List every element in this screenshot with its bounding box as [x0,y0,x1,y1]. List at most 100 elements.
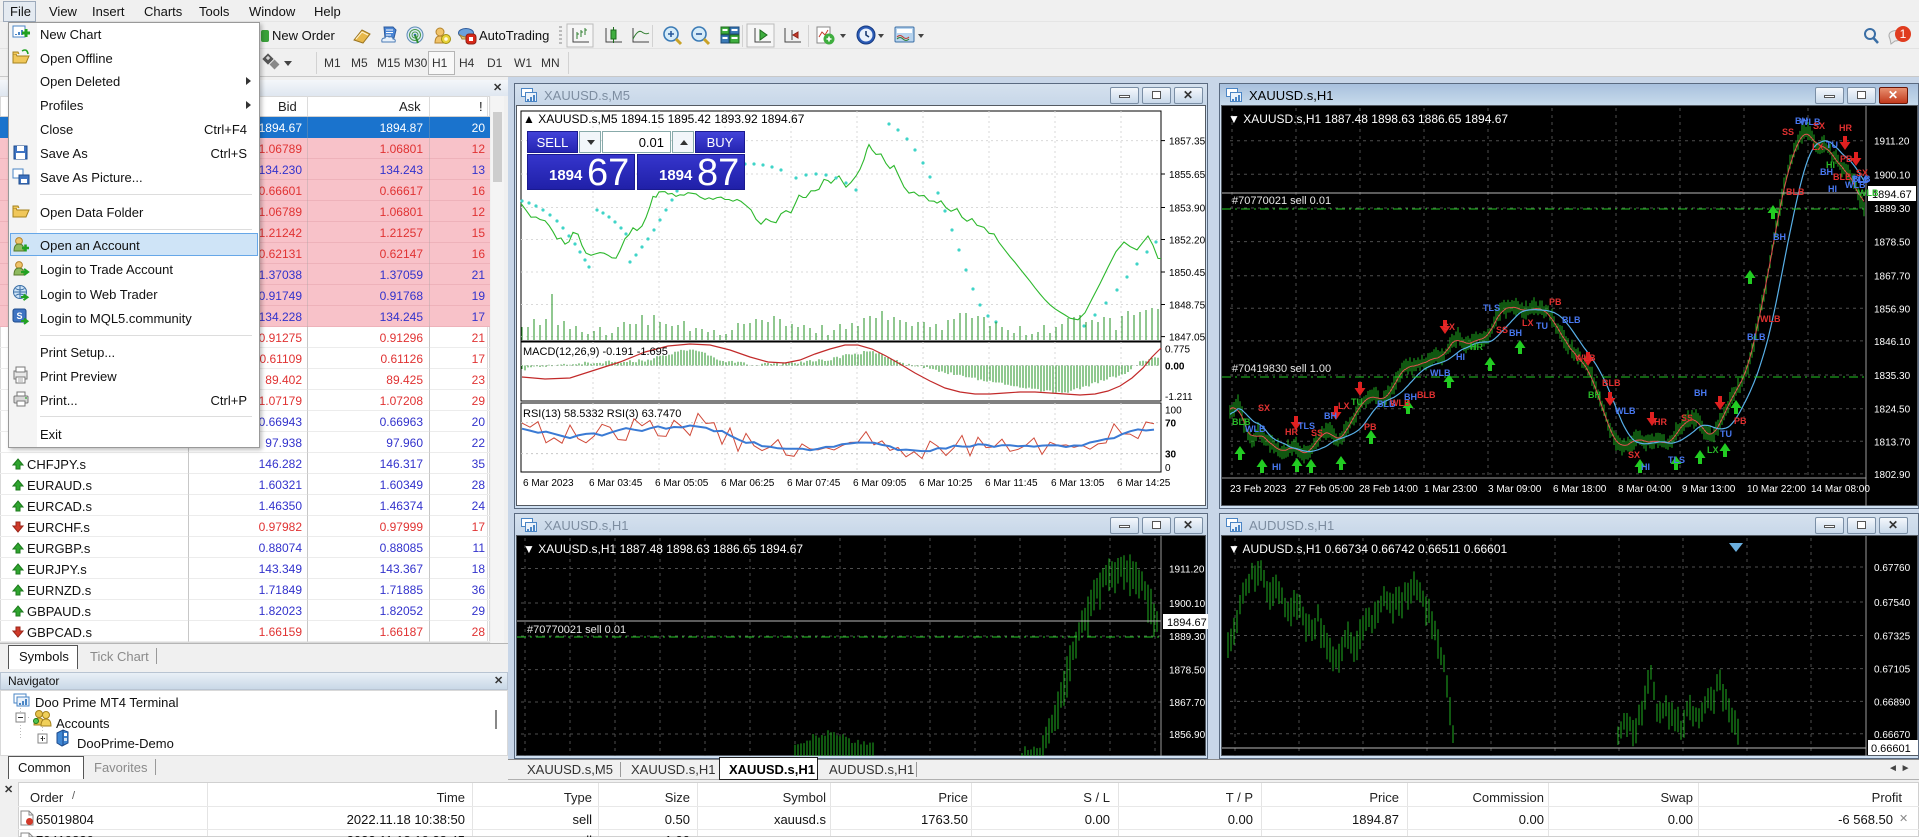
svg-text:SX: SX [1813,121,1825,131]
svg-text:0.67540: 0.67540 [1874,598,1911,609]
svg-text:1856.90: 1856.90 [1874,304,1911,315]
svg-text:SS: SS [1311,428,1323,438]
svg-text:0: 0 [1165,463,1171,474]
svg-text:0.66670: 0.66670 [1874,730,1911,741]
svg-text:BH: BH [1773,232,1786,242]
svg-text:HR: HR [1654,417,1667,427]
svg-text:SX: SX [1856,168,1868,178]
svg-text:RSI(13) 58.5332 RSI(3) 63.747: RSI(13) 58.5332 RSI(3) 63.7470 [523,408,681,420]
svg-text:WLB: WLB [1245,424,1266,434]
svg-text:0.66890: 0.66890 [1874,697,1911,708]
svg-text:1911.20: 1911.20 [1169,565,1205,576]
svg-text:1889.30: 1889.30 [1169,632,1206,643]
svg-text:14 Mar 08:00: 14 Mar 08:00 [1811,484,1870,495]
svg-text:HI: HI [1272,462,1281,472]
svg-text:-1.211: -1.211 [1165,392,1193,403]
svg-text:3 Mar 09:00: 3 Mar 09:00 [1488,484,1542,495]
svg-text:0.67760: 0.67760 [1874,563,1911,574]
svg-text:▼ AUDUSD.s,H1 0.66734 0.66742: ▼ AUDUSD.s,H1 0.66734 0.66742 0.66511 0.… [1228,542,1508,556]
svg-text:PB: PB [1840,154,1853,164]
svg-text:▼ XAUUSD.s,H1 1887.48 1898.63: ▼ XAUUSD.s,H1 1887.48 1898.63 1886.65 18… [1228,112,1508,126]
svg-text:BH: BH [1588,390,1601,400]
svg-text:BH: BH [1694,388,1707,398]
svg-text:23 Feb 2023: 23 Feb 2023 [1230,484,1287,495]
svg-text:1867.70: 1867.70 [1169,698,1206,709]
svg-text:1846.10: 1846.10 [1874,337,1911,348]
svg-text:WLB: WLB [1430,368,1451,378]
svg-text:PB: PB [1364,422,1377,432]
svg-text:6 Mar 11:45: 6 Mar 11:45 [985,478,1038,489]
svg-text:HR: HR [1285,427,1298,437]
svg-text:0.67105: 0.67105 [1874,665,1911,676]
svg-text:LX: LX [1338,401,1350,411]
svg-text:28 Feb 14:00: 28 Feb 14:00 [1359,484,1418,495]
svg-text:1889.30: 1889.30 [1874,204,1911,215]
svg-text:0.67325: 0.67325 [1874,632,1911,643]
svg-text:TLS: TLS [1483,303,1500,313]
svg-text:1 Mar 23:00: 1 Mar 23:00 [1424,484,1478,495]
svg-text:TU: TU [1826,140,1838,150]
svg-text:1835.30: 1835.30 [1874,371,1911,382]
svg-text:PB: PB [1549,297,1562,307]
svg-text:#70419830 sell 1.00: #70419830 sell 1.00 [1232,363,1331,375]
svg-text:0.775: 0.775 [1165,345,1190,356]
svg-text:6 Mar 03:45: 6 Mar 03:45 [589,478,643,489]
svg-text:1802.90: 1802.90 [1874,470,1911,481]
svg-text:6 Mar 13:05: 6 Mar 13:05 [1051,478,1105,489]
svg-text:8 Mar 04:00: 8 Mar 04:00 [1618,484,1672,495]
svg-text:6 Mar 10:25: 6 Mar 10:25 [919,478,973,489]
svg-text:1: 1 [1900,27,1907,41]
svg-text:1878.50: 1878.50 [1169,666,1206,677]
svg-text:1900.10: 1900.10 [1169,599,1206,610]
svg-text:27 Feb 05:00: 27 Feb 05:00 [1295,484,1354,495]
svg-text:6 Mar 06:25: 6 Mar 06:25 [721,478,775,489]
svg-text:70: 70 [1165,419,1177,430]
svg-text:LX: LX [1522,318,1534,328]
svg-text:6 Mar 09:05: 6 Mar 09:05 [853,478,907,489]
svg-text:BLB: BLB [1417,390,1436,400]
svg-text:WLB: WLB [1760,314,1781,324]
svg-text:TLS: TLS [1668,455,1685,465]
svg-text:1911.20: 1911.20 [1874,137,1910,148]
svg-text:TU: TU [1351,397,1363,407]
svg-text:BLB: BLB [1602,378,1621,388]
svg-text:BH: BH [1820,167,1833,177]
svg-text:HR: HR [1470,342,1483,352]
svg-text:BH: BH [1509,328,1522,338]
svg-text:1856.90: 1856.90 [1169,730,1206,741]
svg-text:0.00: 0.00 [1165,362,1185,373]
svg-text:1848.75: 1848.75 [1169,301,1206,312]
svg-text:SS: SS [1782,127,1794,137]
svg-text:BLB: BLB [1562,315,1581,325]
svg-text:SS: SS [1496,325,1508,335]
svg-text:HR: HR [1839,123,1852,133]
svg-text:1847.05: 1847.05 [1169,333,1206,344]
svg-text:#70770021 sell 0.01: #70770021 sell 0.01 [1232,195,1331,207]
svg-text:30: 30 [1165,450,1177,461]
svg-text:WLB: WLB [1845,180,1866,190]
svg-text:SX: SX [1628,450,1640,460]
svg-text:BLB: BLB [1747,332,1766,342]
svg-text:BLB: BLB [1786,187,1805,197]
svg-text:▲ XAUUSD.s,M5 1894.15 1895.42: ▲ XAUUSD.s,M5 1894.15 1895.42 1893.92 18… [523,112,805,126]
svg-text:1853.90: 1853.90 [1169,204,1206,215]
svg-text:#70770021 sell 0.01: #70770021 sell 0.01 [527,624,626,636]
svg-text:6 Mar 2023: 6 Mar 2023 [523,478,574,489]
svg-text:HI: HI [1828,184,1837,194]
svg-text:1855.65: 1855.65 [1169,170,1206,181]
svg-text:100: 100 [1165,406,1182,417]
svg-text:MACD(12,26,9) -0.191 -1.695: MACD(12,26,9) -0.191 -1.695 [523,346,668,358]
svg-text:0.66601: 0.66601 [1871,743,1911,755]
svg-text:TU: TU [1536,321,1548,331]
svg-text:1894.67: 1894.67 [1167,617,1207,629]
svg-text:S: S [16,311,22,321]
svg-text:1857.35: 1857.35 [1169,137,1206,148]
svg-text:10 Mar 22:00: 10 Mar 22:00 [1747,484,1806,495]
svg-text:PB: PB [1734,416,1747,426]
svg-text:HI: HI [1456,352,1465,362]
svg-text:9 Mar 13:00: 9 Mar 13:00 [1682,484,1736,495]
svg-text:1813.70: 1813.70 [1874,437,1911,448]
svg-text:1900.10: 1900.10 [1874,170,1911,181]
svg-text:BH: BH [1404,392,1417,402]
svg-text:▼ XAUUSD.s,H1 1887.48 1898.63: ▼ XAUUSD.s,H1 1887.48 1898.63 1886.65 18… [523,542,803,556]
